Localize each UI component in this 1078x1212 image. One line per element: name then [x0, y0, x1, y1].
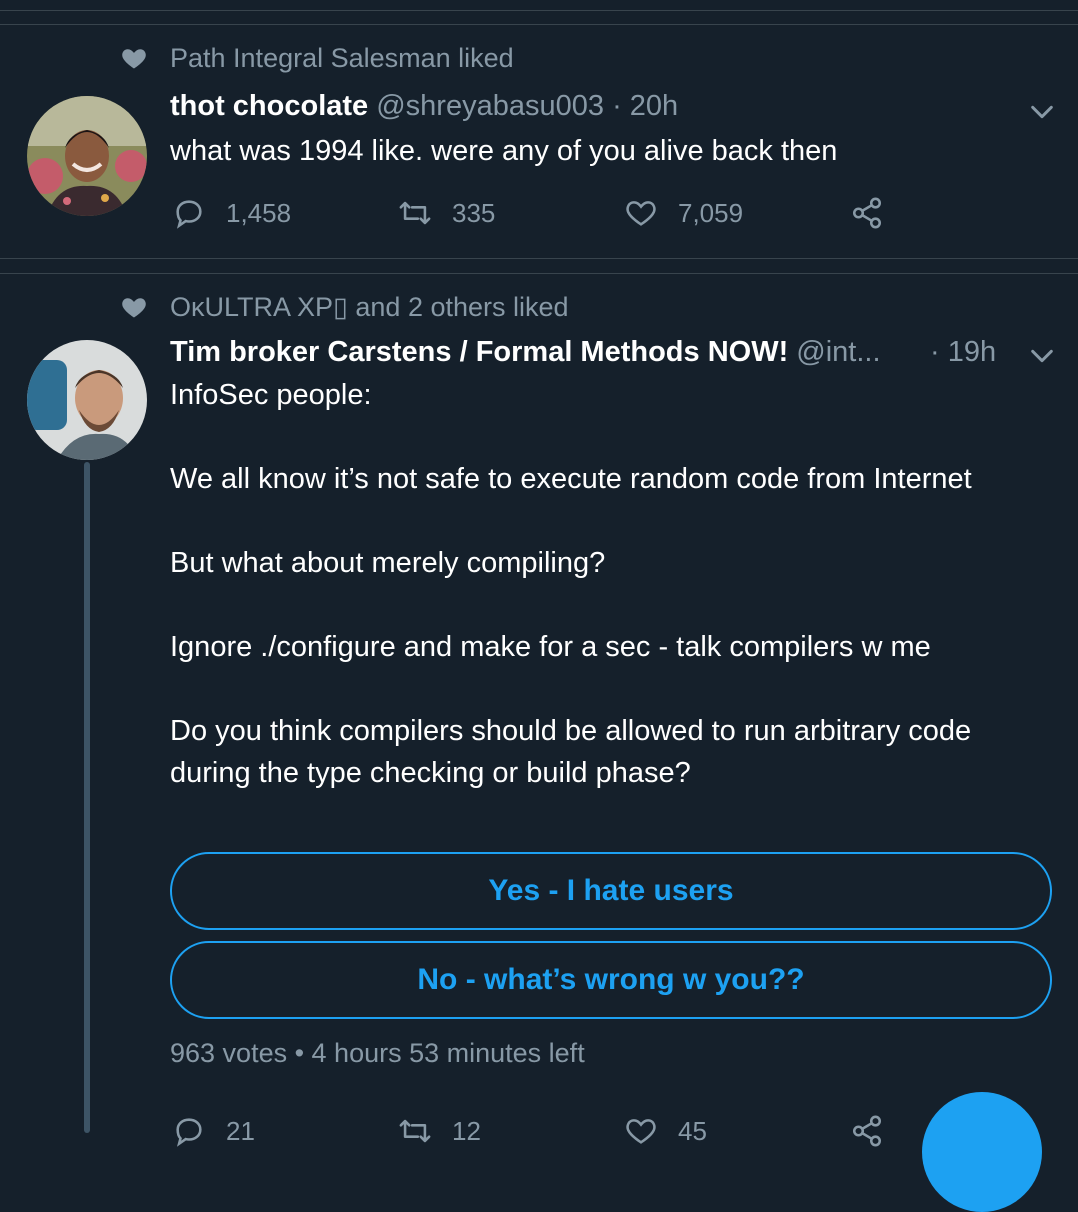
- avatar-image: [27, 96, 147, 216]
- poll-meta: 963 votes • 4 hours 53 minutes left: [170, 1038, 585, 1068]
- avatar-image: [27, 340, 147, 460]
- heart-icon: [122, 49, 146, 69]
- tweet-paragraph: Do you think compilers should be allowed…: [170, 715, 972, 789]
- reply-icon: [176, 200, 202, 229]
- liked-by-text: OκULTRA XP▯ and 2 others liked: [170, 291, 569, 322]
- share-icon: [852, 197, 882, 229]
- reply-count: 1,458: [226, 197, 292, 228]
- share-icon: [852, 1115, 882, 1147]
- like-button[interactable]: 7,059: [624, 196, 743, 230]
- like-count: 45: [678, 1115, 707, 1146]
- like-button[interactable]: 45: [624, 1114, 707, 1148]
- tweet-header: thot chocolate @shreyabasu003 · 20h: [170, 90, 678, 123]
- tweet-paragraph: InfoSec people:: [170, 379, 372, 411]
- avatar[interactable]: [27, 340, 147, 460]
- tweet-divider-2: [0, 273, 1078, 274]
- retweet-button[interactable]: 335: [398, 196, 495, 230]
- tweet-header: Tim broker Carstens / Formal Methods NOW…: [170, 336, 1010, 369]
- retweet-count: 335: [452, 197, 496, 228]
- like-icon: [626, 1119, 656, 1144]
- reply-button[interactable]: 1,458: [172, 196, 291, 230]
- display-name[interactable]: thot chocolate: [170, 90, 368, 122]
- retweet-button[interactable]: 12: [398, 1114, 481, 1148]
- share-button[interactable]: [850, 1114, 904, 1148]
- chevron-down-icon[interactable]: [1028, 342, 1056, 370]
- tweet-paragraph: But what about merely compiling?: [170, 547, 606, 579]
- retweet-icon: [399, 1119, 431, 1143]
- poll-option-no[interactable]: No - what’s wrong w you??: [170, 941, 1052, 1019]
- display-name[interactable]: Tim broker Carstens / Formal Methods NOW…: [170, 336, 788, 368]
- avatar[interactable]: [27, 96, 147, 216]
- retweet-icon: [399, 201, 431, 225]
- poll-option-yes[interactable]: Yes - I hate users: [170, 852, 1052, 930]
- share-button[interactable]: [850, 196, 904, 230]
- reply-button[interactable]: 21: [172, 1114, 255, 1148]
- thread-line: [84, 462, 90, 1133]
- tweet-paragraph: We all know it’s not safe to execute ran…: [170, 463, 972, 495]
- reply-icon: [176, 1118, 202, 1147]
- user-handle[interactable]: @shreyabasu003: [376, 90, 604, 122]
- user-handle[interactable]: @int...: [796, 336, 880, 368]
- timestamp[interactable]: · 20h: [612, 90, 678, 122]
- tweet-paragraph: Ignore ./configure and make for a sec - …: [170, 631, 931, 663]
- timestamp[interactable]: · 19h: [930, 336, 996, 369]
- tweet-divider: [0, 258, 1078, 259]
- reply-count: 21: [226, 1115, 255, 1146]
- like-count: 7,059: [678, 197, 744, 228]
- tweet-body: InfoSec people: We all know it’s not saf…: [170, 374, 990, 794]
- top-divider-2: [0, 24, 1078, 25]
- liked-by-text: Path Integral Salesman liked: [170, 42, 514, 73]
- heart-icon: [122, 298, 146, 318]
- retweet-count: 12: [452, 1115, 481, 1146]
- tweet-text: what was 1994 like. were any of you aliv…: [170, 135, 838, 167]
- top-divider: [0, 10, 1078, 11]
- compose-tweet-button[interactable]: [922, 1092, 1042, 1212]
- chevron-down-icon[interactable]: [1028, 98, 1056, 126]
- like-icon: [626, 201, 656, 226]
